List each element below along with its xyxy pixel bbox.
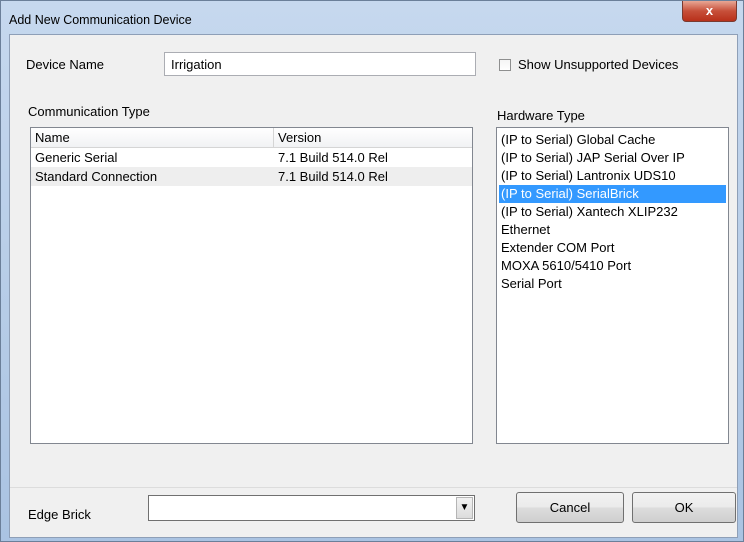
title-bar[interactable]: Add New Communication Device x <box>1 1 743 33</box>
device-name-input[interactable] <box>164 52 476 76</box>
list-item[interactable]: (IP to Serial) JAP Serial Over IP <box>499 149 726 167</box>
window-title: Add New Communication Device <box>9 13 192 27</box>
hardware-type-label: Hardware Type <box>497 108 585 123</box>
edge-brick-dropdown[interactable]: ▼ <box>148 495 475 521</box>
show-unsupported-checkbox[interactable] <box>499 59 511 71</box>
communication-type-list[interactable]: Name Version Generic Serial 7.1 Build 51… <box>30 127 473 444</box>
row-name-cell: Generic Serial <box>35 150 118 165</box>
communication-type-label: Communication Type <box>28 104 150 119</box>
table-row[interactable]: Standard Connection 7.1 Build 514.0 Rel <box>31 167 472 186</box>
ok-button[interactable]: OK <box>632 492 736 523</box>
device-name-label: Device Name <box>26 57 105 72</box>
divider <box>10 487 737 488</box>
list-item[interactable]: MOXA 5610/5410 Port <box>499 257 726 275</box>
dialog-client-area: Device Name Show Unsupported Devices Com… <box>9 34 738 538</box>
list-item[interactable]: (IP to Serial) Global Cache <box>499 131 726 149</box>
dialog-window: Add New Communication Device x Device Na… <box>0 0 744 542</box>
table-row[interactable]: Generic Serial 7.1 Build 514.0 Rel <box>31 148 472 167</box>
row-version-cell: 7.1 Build 514.0 Rel <box>278 169 388 184</box>
list-item[interactable]: Ethernet <box>499 221 726 239</box>
chevron-down-icon[interactable]: ▼ <box>456 497 473 519</box>
list-item[interactable]: Serial Port <box>499 275 726 293</box>
close-button[interactable]: x <box>682 1 737 22</box>
hardware-type-list[interactable]: (IP to Serial) Global Cache (IP to Seria… <box>496 127 729 444</box>
show-unsupported-label[interactable]: Show Unsupported Devices <box>518 57 678 72</box>
row-name-cell: Standard Connection <box>35 169 158 184</box>
list-item[interactable]: (IP to Serial) Lantronix UDS10 <box>499 167 726 185</box>
list-item-selected[interactable]: (IP to Serial) SerialBrick <box>499 185 726 203</box>
column-header-name[interactable]: Name <box>31 128 274 147</box>
list-item[interactable]: Extender COM Port <box>499 239 726 257</box>
row-version-cell: 7.1 Build 514.0 Rel <box>278 150 388 165</box>
list-item[interactable]: (IP to Serial) Xantech XLIP232 <box>499 203 726 221</box>
edge-brick-label: Edge Brick <box>28 507 91 522</box>
list-header: Name Version <box>31 128 472 148</box>
column-header-version[interactable]: Version <box>274 128 472 147</box>
cancel-button[interactable]: Cancel <box>516 492 624 523</box>
